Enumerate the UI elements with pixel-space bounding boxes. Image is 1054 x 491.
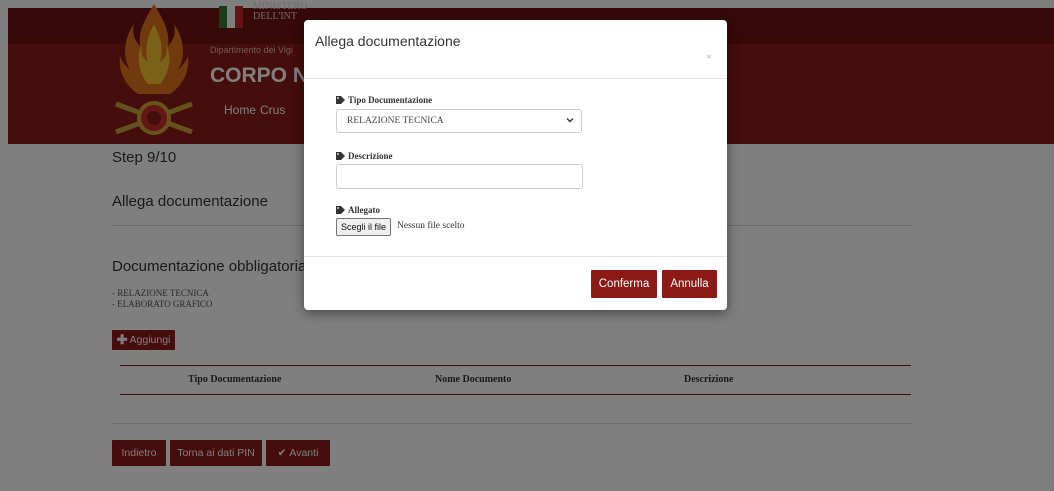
tag-icon: [336, 96, 345, 104]
tipo-documentazione-select[interactable]: RELAZIONE TECNICA: [336, 109, 582, 133]
descrizione-label: Descrizione: [336, 151, 392, 161]
close-icon[interactable]: ×: [706, 52, 712, 63]
chevron-down-icon: [566, 118, 574, 123]
file-status-text: Nessun file scelto: [397, 221, 465, 231]
tipo-selected-value: RELAZIONE TECNICA: [347, 116, 444, 126]
descrizione-input[interactable]: [336, 164, 583, 189]
confirm-button[interactable]: Conferma: [591, 270, 657, 298]
tag-icon: [336, 206, 345, 214]
attach-document-modal: Allega documentazione × Tipo Documentazi…: [304, 20, 727, 310]
modal-footer-divider: [304, 256, 727, 257]
modal-header-divider: [304, 78, 727, 79]
tipo-label-text: Tipo Documentazione: [348, 95, 433, 105]
cancel-button[interactable]: Annulla: [662, 270, 717, 298]
tipo-documentazione-label: Tipo Documentazione: [336, 95, 432, 105]
choose-file-button[interactable]: Scegli il file: [336, 218, 392, 236]
descrizione-label-text: Descrizione: [348, 151, 393, 161]
page: MINISTERO DELL'INT Dipartimento dei Vigi…: [0, 0, 1054, 491]
allegato-label-text: Allegato: [348, 205, 380, 215]
allegato-label: Allegato: [336, 205, 380, 215]
tag-icon: [336, 152, 345, 160]
modal-title: Allega documentazione: [315, 33, 461, 49]
